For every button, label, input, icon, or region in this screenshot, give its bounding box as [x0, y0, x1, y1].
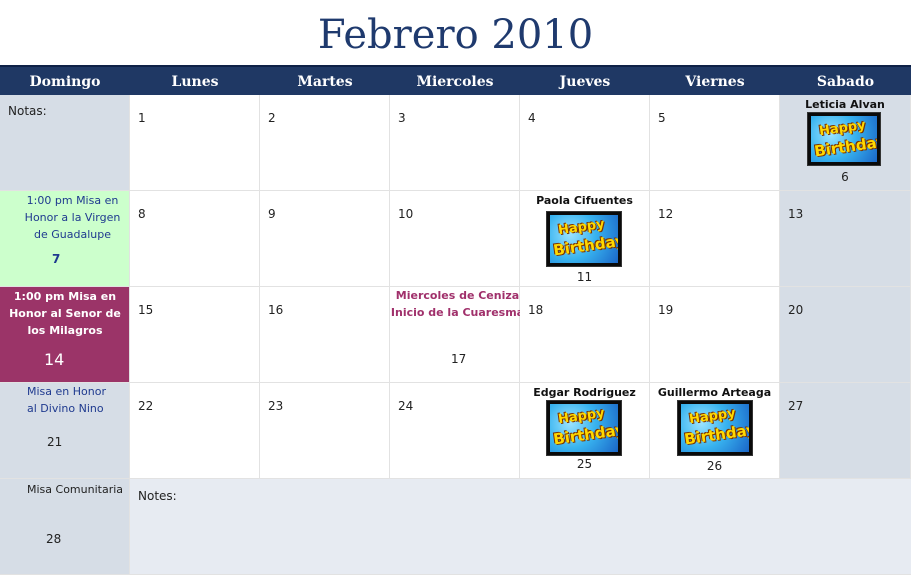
header-martes: Martes [297, 74, 353, 90]
day-cell-20[interactable]: 20 [780, 287, 911, 383]
header-sabado: Sabado [816, 74, 875, 90]
birthday-image: Happy Birthday! [807, 112, 881, 166]
birthday-name: Edgar Rodriguez [533, 386, 636, 399]
header-miercoles: Miercoles [416, 74, 494, 90]
day-number: 18 [528, 303, 544, 317]
day-number: 20 [788, 303, 804, 317]
day-cell-4[interactable]: 4 [520, 95, 650, 191]
day-cell-9[interactable]: 9 [260, 191, 390, 287]
event-text: 1:00 pm Misa en Honor a la Virgen de Gua… [24, 194, 121, 241]
day-cell-2[interactable]: 2 [260, 95, 390, 191]
day-number: 6 [841, 170, 849, 184]
day-number: 8 [138, 207, 146, 221]
day-cell-23[interactable]: 23 [260, 383, 390, 479]
day-number: 7 [52, 252, 61, 266]
day-number: 21 [47, 435, 63, 449]
day-number: 14 [44, 350, 65, 369]
day-cell-13[interactable]: 13 [780, 191, 911, 287]
notas-label: Notas: [8, 104, 47, 118]
day-cell-19[interactable]: 19 [650, 287, 780, 383]
day-number: 9 [268, 207, 276, 221]
day-cell-8[interactable]: 8 [130, 191, 260, 287]
day-number: 11 [576, 270, 593, 284]
day-number: 28 [46, 532, 62, 546]
notes-area[interactable]: Notes: [130, 479, 911, 575]
day-number: 24 [398, 399, 414, 413]
birthday-image: Happy Birthday! [677, 400, 753, 456]
day-number: 26 [706, 459, 723, 473]
day-number: 15 [138, 303, 154, 317]
day-cell-26[interactable]: Guillermo Arteaga Happy Birthday! 26 [650, 383, 780, 479]
day-cell-10[interactable]: 10 [390, 191, 520, 287]
day-cell-3[interactable]: 3 [390, 95, 520, 191]
day-number: 16 [268, 303, 284, 317]
day-cell-28[interactable]: Misa Comunitaria 28 [0, 479, 130, 575]
day-number: 25 [576, 457, 593, 471]
day-number: 13 [788, 207, 804, 221]
day-cell-21[interactable]: Misa en Honor al Divino Nino 21 [0, 383, 130, 479]
day-cell-6[interactable]: Leticia Alvan Happy Birthday! 6 [780, 95, 911, 191]
day-cell-1[interactable]: 1 [130, 95, 260, 191]
day-number: 1 [138, 111, 146, 125]
day-number: 10 [398, 207, 414, 221]
day-number: 23 [268, 399, 284, 413]
day-cell-7[interactable]: 1:00 pm Misa en Honor a la Virgen de Gua… [0, 191, 130, 287]
event-text: Misa en Honor al Divino Nino [27, 385, 106, 415]
birthday-image: Happy Birthday! [546, 400, 622, 456]
birthday-name: Leticia Alvan [805, 98, 885, 111]
notas-cell: Notas: [0, 95, 130, 191]
event-text: Misa Comunitaria [27, 483, 124, 496]
day-cell-22[interactable]: 22 [130, 383, 260, 479]
day-number: 2 [268, 111, 276, 125]
birthday-image: Happy Birthday! [546, 211, 622, 267]
day-cell-15[interactable]: 15 [130, 287, 260, 383]
header-domingo: Domingo [29, 74, 101, 90]
day-number: 4 [528, 111, 536, 125]
day-number: 27 [788, 399, 804, 413]
notes-label: Notes: [138, 489, 177, 503]
weekday-header: Domingo Lunes Martes Miercoles Jueves Vi… [0, 65, 911, 95]
day-cell-12[interactable]: 12 [650, 191, 780, 287]
day-number: 17 [451, 352, 467, 366]
day-cell-27[interactable]: 27 [780, 383, 911, 479]
event-text-line2: Inicio de la Cuaresma [390, 306, 525, 319]
day-number: 19 [658, 303, 674, 317]
day-cell-16[interactable]: 16 [260, 287, 390, 383]
header-viernes: Viernes [685, 74, 745, 90]
day-number: 5 [658, 111, 666, 125]
event-text-line1: Miercoles de Ceniza [395, 289, 520, 302]
day-cell-11[interactable]: Paola Cifuentes Happy Birthday! 11 [520, 191, 650, 287]
header-jueves: Jueves [559, 74, 611, 90]
day-cell-5[interactable]: 5 [650, 95, 780, 191]
event-text: 1:00 pm Misa en Honor al Senor de los Mi… [9, 290, 121, 337]
day-number: 12 [658, 207, 674, 221]
header-lunes: Lunes [171, 74, 219, 90]
day-cell-14[interactable]: 1:00 pm Misa en Honor al Senor de los Mi… [0, 287, 130, 383]
birthday-name: Guillermo Arteaga [657, 386, 772, 399]
day-number: 3 [398, 111, 406, 125]
calendar-title: Febrero 2010 [317, 12, 594, 58]
day-number: 22 [138, 399, 154, 413]
birthday-name: Paola Cifuentes [536, 194, 633, 207]
day-cell-18[interactable]: 18 [520, 287, 650, 383]
day-cell-17[interactable]: Miercoles de Ceniza Inicio de la Cuaresm… [390, 287, 524, 383]
day-cell-25[interactable]: Edgar Rodriguez Happy Birthday! 25 [520, 383, 650, 479]
day-cell-24[interactable]: 24 [390, 383, 520, 479]
